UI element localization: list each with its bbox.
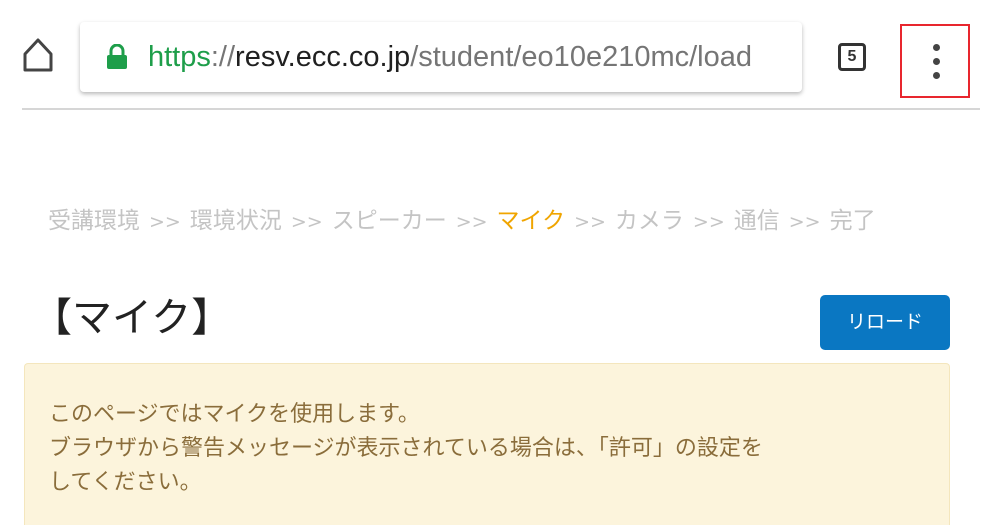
breadcrumb-step-status: 環境状況 (189, 208, 282, 234)
home-icon[interactable] (22, 34, 54, 74)
breadcrumb-separator: >> (290, 211, 323, 233)
menu-dot (933, 72, 940, 79)
browser-toolbar: https://resv.ecc.co.jp/student/eo10e210m… (22, 0, 980, 110)
breadcrumb-separator: >> (149, 211, 181, 233)
url-separator: :// (210, 41, 236, 73)
page-content: 受講環境 >> 環境状況 >> スピーカー >> マイク >> カメラ >> 通信 >> 完了 【マイク… (22, 110, 980, 525)
notice-text: このページではマイクを使用します。 ブラウザから警告メッセージが表示されている場… (49, 398, 763, 500)
breadcrumb-step-complete: 完了 (829, 208, 876, 234)
breadcrumb-step-speaker: スピーカー (331, 208, 447, 234)
browser-window: https://resv.ecc.co.jp/student/eo10e210m… (0, 0, 1000, 525)
breadcrumb-step-environment: 受講環境 (48, 208, 140, 234)
url-host: resv.ecc.co.jp (235, 41, 411, 73)
page-title: 【マイク】 (32, 295, 232, 341)
breadcrumb: 受講環境 >> 環境状況 >> スピーカー >> マイク >> カメラ >> 通信 >> 完了 (48, 206, 876, 237)
breadcrumb-separator: >> (574, 211, 606, 233)
reload-button[interactable]: リロード (820, 295, 950, 350)
left-edge (0, 0, 23, 525)
notice-alert: このページではマイクを使用します。 ブラウザから警告メッセージが表示されている場… (24, 363, 950, 525)
notice-line: ブラウザから警告メッセージが表示されている場合は、「許可」の設定を (49, 436, 763, 461)
menu-dot (933, 44, 940, 51)
breadcrumb-step-camera: カメラ (614, 208, 684, 234)
breadcrumb-step-network: 通信 (733, 208, 780, 234)
more-vert-icon[interactable] (900, 24, 970, 98)
breadcrumb-separator: >> (455, 211, 488, 233)
tab-switcher-icon[interactable]: 5 (838, 43, 866, 71)
menu-dot (933, 58, 940, 65)
address-bar[interactable]: https://resv.ecc.co.jp/student/eo10e210m… (80, 22, 802, 92)
url-path: /student/eo10e210mc/load (410, 41, 752, 73)
notice-line: してください。 (49, 470, 202, 495)
breadcrumb-separator: >> (692, 211, 725, 233)
notice-line: このページではマイクを使用します。 (49, 402, 420, 427)
lock-icon (106, 43, 128, 70)
right-edge (979, 0, 1000, 525)
url-scheme: https (148, 41, 211, 73)
breadcrumb-separator: >> (788, 211, 821, 233)
breadcrumb-step-mic: マイク (496, 208, 566, 234)
url-text[interactable]: https://resv.ecc.co.jp/student/eo10e210m… (148, 40, 752, 74)
